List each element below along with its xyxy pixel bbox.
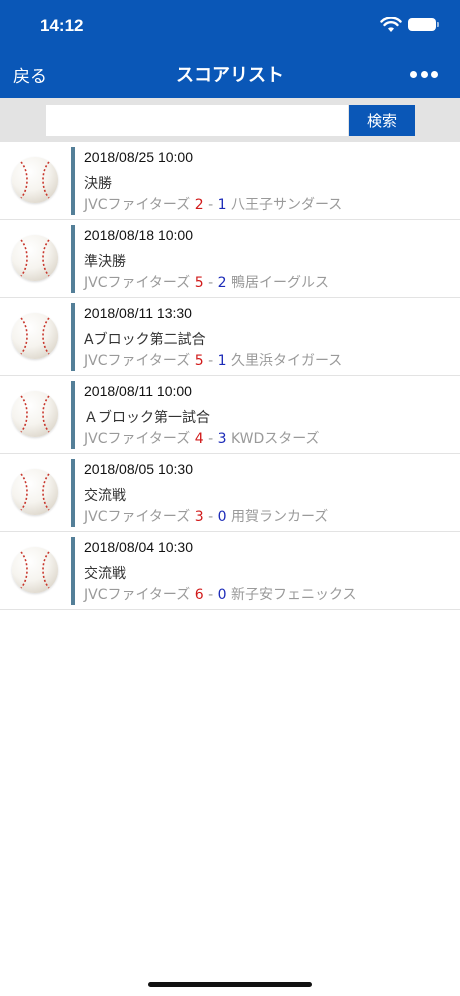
home-team: JVCファイターズ <box>84 509 191 525</box>
more-dots-icon[interactable] <box>410 70 438 78</box>
game-datetime: 2018/08/04 10:30 <box>84 539 193 555</box>
game-score: JVCファイターズ 3 - 0 用賀ランカーズ <box>84 506 328 526</box>
score-list: 2018/08/25 10:00 決勝 JVCファイターズ 2 - 1 八王子サンダ… <box>0 142 460 610</box>
list-item[interactable]: 2018/08/11 10:00 Ａブロック第一試合 JVCファイターズ 4 - 3… <box>0 376 460 454</box>
nav-bar: 戻る スコアリスト <box>0 50 460 98</box>
score-dash: - <box>208 509 214 525</box>
search-input[interactable] <box>46 105 348 136</box>
home-score: 3 <box>194 509 204 525</box>
away-score: 1 <box>217 353 227 369</box>
list-item[interactable]: 2018/08/11 13:30 Aブロック第二試合 JVCファイターズ 5 - 1… <box>0 298 460 376</box>
header: 14:12 戻る スコアリスト <box>0 0 460 98</box>
battery-icon <box>408 18 439 31</box>
game-datetime: 2018/08/25 10:00 <box>84 149 193 165</box>
home-score: 2 <box>194 197 204 213</box>
status-bar: 14:12 <box>0 0 460 50</box>
page-title: スコアリスト <box>176 65 284 86</box>
away-team: 久里浜タイガース <box>230 353 343 369</box>
game-datetime: 2018/08/05 10:30 <box>84 461 193 477</box>
list-item[interactable]: 2018/08/05 10:30 交流戦 JVCファイターズ 3 - 0 用賀ランカ… <box>0 454 460 532</box>
row-accent-bar <box>71 225 75 293</box>
row-accent-bar <box>71 381 75 449</box>
game-score: JVCファイターズ 4 - 3 KWDスターズ <box>84 428 320 448</box>
score-dash: - <box>208 275 214 291</box>
score-dash: - <box>208 431 214 447</box>
home-score: 4 <box>194 431 204 447</box>
baseball-icon <box>12 235 58 281</box>
row-accent-bar <box>71 147 75 215</box>
baseball-seams <box>20 551 50 589</box>
baseball-icon <box>12 313 58 359</box>
row-accent-bar <box>71 303 75 371</box>
score-dash: - <box>208 587 214 603</box>
home-score: 5 <box>194 353 204 369</box>
search-button[interactable]: 検索 <box>349 105 415 136</box>
away-score: 0 <box>217 509 227 525</box>
away-score: 1 <box>217 197 227 213</box>
away-team: 新子安フェニックス <box>230 587 357 603</box>
away-team: 八王子サンダース <box>230 197 343 213</box>
away-team: 鴨居イーグルス <box>230 275 329 291</box>
list-item[interactable]: 2018/08/18 10:00 準決勝 JVCファイターズ 5 - 2 鴨居イーグ… <box>0 220 460 298</box>
game-score: JVCファイターズ 5 - 1 久里浜タイガース <box>84 350 342 370</box>
away-team: KWDスターズ <box>230 431 320 447</box>
home-score: 5 <box>194 275 204 291</box>
baseball-icon <box>12 157 58 203</box>
baseball-icon <box>12 391 58 437</box>
baseball-seams <box>20 395 50 433</box>
home-team: JVCファイターズ <box>84 197 191 213</box>
home-team: JVCファイターズ <box>84 275 191 291</box>
row-accent-bar <box>71 459 75 527</box>
game-name: 交流戦 <box>84 566 126 582</box>
away-score: 2 <box>217 275 227 291</box>
away-team: 用賀ランカーズ <box>230 509 329 525</box>
game-datetime: 2018/08/11 13:30 <box>84 305 192 321</box>
home-score: 6 <box>194 587 204 603</box>
score-dash: - <box>208 197 214 213</box>
row-accent-bar <box>71 537 75 605</box>
game-score: JVCファイターズ 6 - 0 新子安フェニックス <box>84 584 357 604</box>
home-team: JVCファイターズ <box>84 587 191 603</box>
baseball-seams <box>20 473 50 511</box>
status-time: 14:12 <box>40 16 84 35</box>
game-name: 決勝 <box>84 176 112 192</box>
home-team: JVCファイターズ <box>84 353 191 369</box>
baseball-icon <box>12 469 58 515</box>
score-dash: - <box>208 353 214 369</box>
home-team: JVCファイターズ <box>84 431 191 447</box>
baseball-icon <box>12 547 58 593</box>
search-bar: 検索 <box>0 98 460 142</box>
away-score: 0 <box>217 587 227 603</box>
away-score: 3 <box>217 431 227 447</box>
game-score: JVCファイターズ 2 - 1 八王子サンダース <box>84 194 342 214</box>
game-name: Ａブロック第一試合 <box>84 410 210 426</box>
baseball-seams <box>20 317 50 355</box>
game-datetime: 2018/08/11 10:00 <box>84 383 192 399</box>
baseball-seams <box>20 161 50 199</box>
game-name: Aブロック第二試合 <box>84 332 206 348</box>
list-item[interactable]: 2018/08/25 10:00 決勝 JVCファイターズ 2 - 1 八王子サンダ… <box>0 142 460 220</box>
game-name: 準決勝 <box>84 254 126 270</box>
wifi-icon <box>380 17 402 32</box>
game-datetime: 2018/08/18 10:00 <box>84 227 193 243</box>
home-indicator <box>148 982 312 987</box>
game-name: 交流戦 <box>84 488 126 504</box>
list-item[interactable]: 2018/08/04 10:30 交流戦 JVCファイターズ 6 - 0 新子安フェ… <box>0 532 460 610</box>
game-score: JVCファイターズ 5 - 2 鴨居イーグルス <box>84 272 329 292</box>
baseball-seams <box>20 239 50 277</box>
